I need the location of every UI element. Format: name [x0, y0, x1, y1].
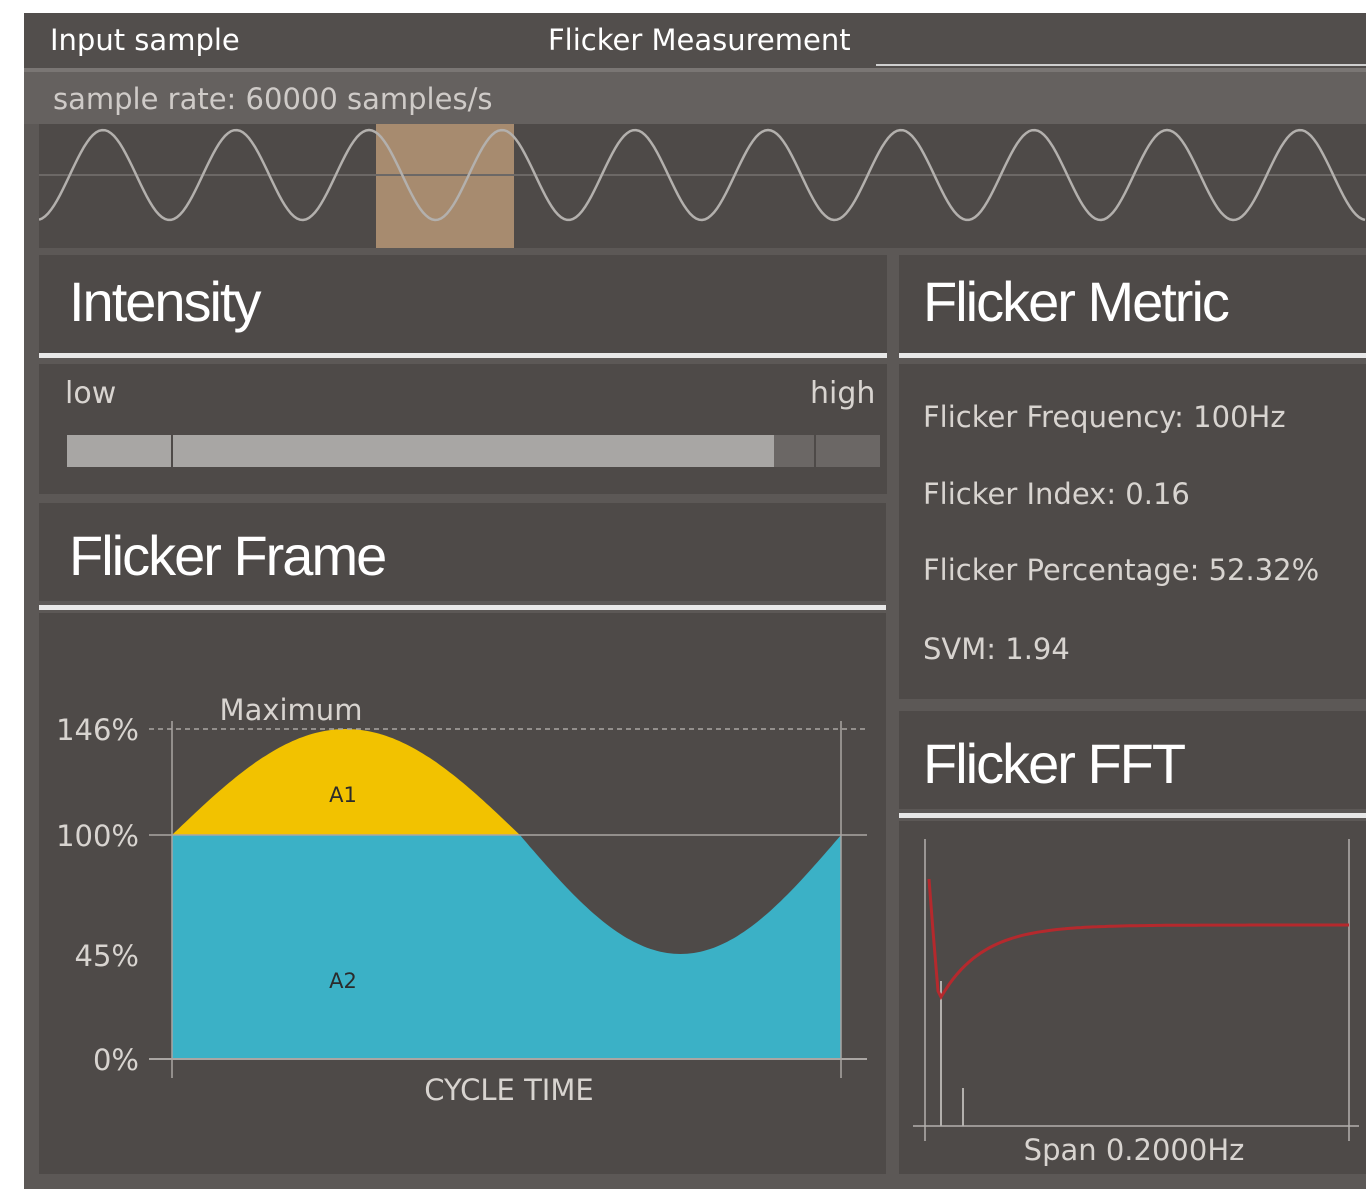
- intensity-title: Intensity: [69, 270, 262, 333]
- y-tick-45: 45%: [75, 939, 139, 973]
- area-a1-label: A1: [329, 783, 357, 807]
- flicker-metric-header: Flicker Metric: [899, 255, 1366, 353]
- area-a1: [172, 729, 841, 835]
- input-waveform: [39, 124, 1366, 248]
- sample-rate-label: sample rate: 60000 samples/s: [53, 82, 493, 116]
- flicker-metric-body: Flicker Frequency: 100Hz Flicker Index: …: [899, 364, 1366, 699]
- input-waveform-panel[interactable]: [39, 124, 1366, 248]
- flicker-measurement-title: Flicker Measurement: [548, 23, 851, 57]
- maximum-label: Maximum: [220, 693, 363, 727]
- flicker-frequency-value: Flicker Frequency: 100Hz: [923, 400, 1286, 434]
- flicker-fft-title: Flicker FFT: [923, 732, 1186, 795]
- area-a2-label: A2: [329, 969, 357, 993]
- y-tick-100: 100%: [56, 819, 139, 853]
- flicker-fft-chart: Span 0.2000Hz: [913, 839, 1359, 1167]
- flicker-metric-title: Flicker Metric: [923, 270, 1230, 333]
- intensity-meter-track: [67, 431, 880, 467]
- selection-window[interactable]: [376, 124, 514, 248]
- flicker-fft-chart-panel: Span 0.2000Hz: [899, 821, 1366, 1174]
- flicker-measurement-app: Input sample Flicker Measurement sample …: [24, 13, 1366, 1189]
- flicker-frame-title: Flicker Frame: [69, 524, 387, 587]
- title-bar: Input sample Flicker Measurement: [24, 13, 1366, 68]
- y-tick-146: 146%: [56, 713, 139, 747]
- intensity-high-marker: [814, 431, 816, 467]
- flicker-frame-separator: [39, 605, 886, 610]
- y-tick-0: 0%: [93, 1043, 139, 1077]
- intensity-body: low high: [39, 364, 887, 494]
- intensity-low-label: low: [65, 376, 117, 411]
- intensity-high-label: high: [810, 376, 876, 411]
- input-sample-title: Input sample: [50, 23, 240, 57]
- flicker-fft-header: Flicker FFT: [899, 711, 1366, 809]
- fft-curve: [927, 878, 1349, 1001]
- flicker-frame-header: Flicker Frame: [39, 503, 886, 601]
- title-underline: [876, 64, 1366, 66]
- flicker-metric-separator: [899, 353, 1366, 358]
- flicker-index-value: Flicker Index: 0.16: [923, 477, 1190, 511]
- intensity-header: Intensity: [39, 255, 887, 353]
- flicker-frame-chart: Maximum 146% 100% 45% 0% A1 A2 CYCLE TIM…: [56, 693, 867, 1107]
- intensity-separator: [39, 353, 887, 358]
- area-a2: [172, 835, 841, 1059]
- flicker-fft-separator: [899, 813, 1366, 818]
- intensity-meter-fill: [67, 435, 774, 467]
- svm-value: SVM: 1.94: [923, 632, 1070, 666]
- flicker-frame-chart-panel: Maximum 146% 100% 45% 0% A1 A2 CYCLE TIM…: [39, 613, 886, 1174]
- flicker-percentage-value: Flicker Percentage: 52.32%: [923, 553, 1320, 587]
- sample-rate-bar: sample rate: 60000 samples/s: [24, 72, 1366, 124]
- cycle-time-label: CYCLE TIME: [424, 1073, 593, 1107]
- intensity-low-marker: [171, 431, 173, 467]
- fft-span-label: Span 0.2000Hz: [1024, 1133, 1245, 1167]
